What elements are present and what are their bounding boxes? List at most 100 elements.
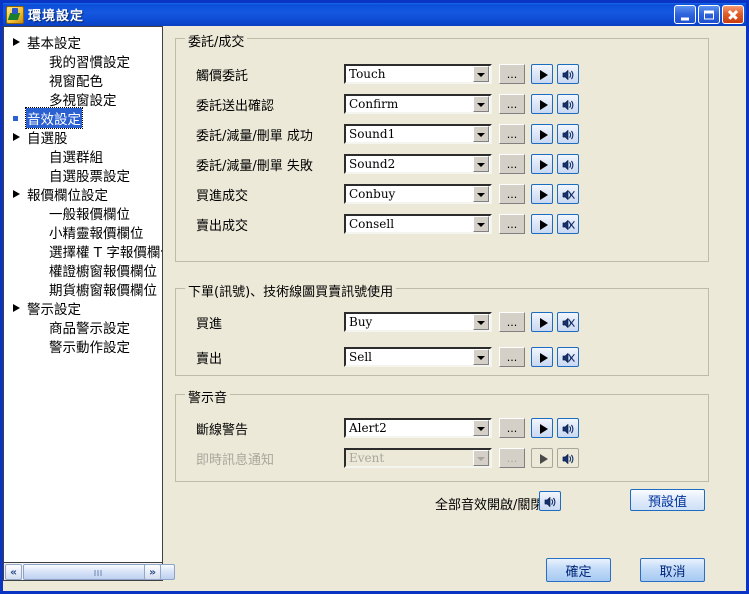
sound-toggle-button[interactable] xyxy=(557,64,579,84)
browse-button[interactable]: ... xyxy=(499,418,525,438)
play-sound-button[interactable] xyxy=(531,94,553,114)
scroll-left-button[interactable]: « xyxy=(5,563,22,580)
sound-select[interactable]: Consell xyxy=(344,214,492,234)
sidebar-item-6[interactable]: 自選群組 xyxy=(4,146,162,166)
tree-horizontal-scrollbar[interactable]: « » xyxy=(3,563,175,581)
maximize-icon xyxy=(704,10,714,19)
scroll-right-button[interactable]: » xyxy=(144,563,161,580)
sidebar-item-9[interactable]: 一般報價欄位 xyxy=(4,203,162,223)
maximize-button[interactable] xyxy=(698,5,720,24)
chevron-down-icon[interactable] xyxy=(473,314,489,330)
chevron-down-icon[interactable] xyxy=(473,216,489,232)
chevron-down-icon[interactable] xyxy=(473,156,489,172)
tree-expander-icon[interactable] xyxy=(12,303,22,313)
sidebar-item-2[interactable]: 視窗配色 xyxy=(4,70,162,90)
play-sound-button[interactable] xyxy=(531,312,553,332)
browse-button[interactable]: ... xyxy=(499,64,525,84)
sidebar-item-7[interactable]: 自選股票設定 xyxy=(4,165,162,185)
chevron-down-icon[interactable] xyxy=(473,66,489,82)
sidebar-item-12[interactable]: 權證櫥窗報價欄位 xyxy=(4,260,162,280)
tree-expander-icon[interactable] xyxy=(12,189,22,199)
sidebar-item-0[interactable]: 基本設定 xyxy=(4,32,162,52)
minimize-button[interactable] xyxy=(674,5,696,24)
sidebar-item-15[interactable]: 商品警示設定 xyxy=(4,317,162,337)
sound-toggle-button[interactable] xyxy=(557,312,579,332)
group-2: 警示音 斷線警告 Alert2... 即時訊息通知 Event... xyxy=(175,387,709,482)
sound-row-label: 即時訊息通知 xyxy=(196,452,275,468)
sound-select[interactable]: Touch xyxy=(344,64,492,84)
sound-select[interactable]: Alert2 xyxy=(344,418,492,438)
window-title: 環境設定 xyxy=(28,9,85,24)
speaker-icon xyxy=(562,423,575,435)
sidebar-item-4[interactable]: 音效設定 xyxy=(4,106,162,129)
tree-expander-icon[interactable] xyxy=(12,132,22,142)
sound-select[interactable]: Sound2 xyxy=(344,154,492,174)
browse-button[interactable]: ... xyxy=(499,184,525,204)
close-button[interactable] xyxy=(722,5,744,24)
chevron-down-icon[interactable] xyxy=(473,186,489,202)
browse-button[interactable]: ... xyxy=(499,94,525,114)
sound-select-value: Touch xyxy=(349,67,386,81)
settings-tree-panel[interactable]: 基本設定我的習慣設定 視窗配色 多視窗設定 音效設定 自選股 自選群組 自選股票設定報價欄位… xyxy=(3,26,163,563)
sound-toggle-button xyxy=(557,448,579,468)
browse-button[interactable]: ... xyxy=(499,312,525,332)
sidebar-item-3[interactable]: 多視窗設定 xyxy=(4,89,162,109)
sidebar-item-16[interactable]: 警示動作設定 xyxy=(4,336,162,356)
tree-expander-icon[interactable] xyxy=(12,37,22,47)
sound-select[interactable]: Conbuy xyxy=(344,184,492,204)
sound-toggle-button[interactable] xyxy=(557,154,579,174)
chevron-down-icon[interactable] xyxy=(473,420,489,436)
browse-button[interactable]: ... xyxy=(499,347,525,367)
sound-settings-panel: 全部音效開啟/關閉 預設值 確定 取消 委託/成交 觸價委託 Touch... 委託送… xyxy=(163,26,746,591)
browse-button[interactable]: ... xyxy=(499,124,525,144)
scroll-track[interactable] xyxy=(23,563,175,580)
sound-select[interactable]: Confirm xyxy=(344,94,492,114)
sound-toggle-button[interactable] xyxy=(557,184,579,204)
browse-button[interactable]: ... xyxy=(499,214,525,234)
sidebar-item-label: 基本設定 xyxy=(27,35,81,52)
sound-row-0-1: 委託送出確認 Confirm... xyxy=(176,93,708,115)
play-sound-button[interactable] xyxy=(531,347,553,367)
sound-toggle-button[interactable] xyxy=(557,94,579,114)
sidebar-item-13[interactable]: 期貨櫥窗報價欄位 xyxy=(4,279,162,299)
sidebar-item-14[interactable]: 警示設定 xyxy=(4,298,162,318)
sound-row-2-1: 即時訊息通知 Event... xyxy=(176,447,708,469)
sidebar-item-1[interactable]: 我的習慣設定 xyxy=(4,51,162,71)
sound-select-value: Consell xyxy=(349,217,395,231)
sound-toggle-button[interactable] xyxy=(557,124,579,144)
play-sound-button[interactable] xyxy=(531,418,553,438)
default-values-button[interactable]: 預設值 xyxy=(630,489,705,511)
sidebar-item-10[interactable]: 小精靈報價欄位 xyxy=(4,222,162,242)
sound-select[interactable]: Sell xyxy=(344,347,492,367)
chevron-down-icon[interactable] xyxy=(473,126,489,142)
sidebar-item-8[interactable]: 報價欄位設定 xyxy=(4,184,162,204)
play-sound-button[interactable] xyxy=(531,214,553,234)
sidebar-item-label: 期貨櫥窗報價欄位 xyxy=(49,282,157,299)
sound-row-label: 委託/減量/刪單 成功 xyxy=(196,128,313,144)
chevron-down-icon[interactable] xyxy=(473,349,489,365)
sound-toggle-button[interactable] xyxy=(557,347,579,367)
play-sound-button[interactable] xyxy=(531,124,553,144)
cancel-button[interactable]: 取消 xyxy=(640,558,705,582)
sidebar-item-label: 我的習慣設定 xyxy=(49,54,130,71)
play-sound-button[interactable] xyxy=(531,184,553,204)
all-sound-toggle-button[interactable] xyxy=(539,491,561,511)
browse-button[interactable]: ... xyxy=(499,154,525,174)
ok-button[interactable]: 確定 xyxy=(546,558,611,582)
sound-select[interactable]: Sound1 xyxy=(344,124,492,144)
sound-toggle-button[interactable] xyxy=(557,214,579,234)
play-sound-button[interactable] xyxy=(531,154,553,174)
sidebar-item-11[interactable]: 選擇權 T 字報價欄位 xyxy=(4,241,162,261)
play-sound-button[interactable] xyxy=(531,64,553,84)
sidebar-item-5[interactable]: 自選股 xyxy=(4,127,162,147)
sound-row-label: 委託送出確認 xyxy=(196,98,275,114)
sound-select[interactable]: Buy xyxy=(344,312,492,332)
sidebar-item-label: 報價欄位設定 xyxy=(27,187,108,204)
sound-select-value: Event xyxy=(349,451,385,465)
browse-button: ... xyxy=(499,448,525,468)
sound-select-value: Sell xyxy=(349,350,372,364)
sound-row-0-2: 委託/減量/刪單 成功 Sound1... xyxy=(176,123,708,145)
chevron-down-icon[interactable] xyxy=(473,96,489,112)
sidebar-item-label: 警示設定 xyxy=(27,301,81,318)
sound-toggle-button[interactable] xyxy=(557,418,579,438)
